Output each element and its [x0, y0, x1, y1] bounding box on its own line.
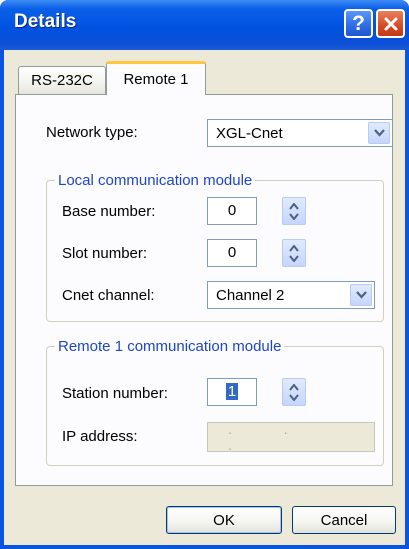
close-button[interactable]	[376, 9, 405, 38]
spin-up-icon	[289, 383, 299, 391]
spin-down-icon	[289, 212, 299, 220]
ok-label: OK	[213, 511, 235, 529]
ip-address-input: . . .	[207, 421, 375, 453]
base-number-spinner[interactable]	[282, 197, 306, 225]
spin-down-icon	[289, 393, 299, 401]
help-button[interactable]: ?	[344, 9, 373, 38]
network-type-value: XGL-Cnet	[216, 124, 283, 142]
question-icon: ?	[352, 12, 365, 35]
tab-label: Remote 1	[123, 71, 189, 88]
slot-number-label: Slot number:	[62, 245, 148, 262]
title-bar[interactable]: Details ?	[0, 0, 409, 50]
spin-down-icon	[289, 254, 299, 262]
slot-number-spinner[interactable]	[282, 239, 306, 267]
base-number-input[interactable]: 0	[207, 197, 257, 225]
local-module-legend: Local communication module	[58, 172, 253, 189]
slot-number-input[interactable]: 0	[207, 239, 257, 267]
close-icon	[384, 17, 397, 30]
ip-address-value: . . .	[228, 421, 312, 453]
station-number-spinner[interactable]	[282, 378, 306, 406]
cancel-button[interactable]: Cancel	[292, 506, 396, 534]
tab-label: RS-232C	[31, 72, 93, 89]
station-number-label: Station number:	[62, 385, 168, 402]
dropdown-button[interactable]	[368, 122, 390, 144]
ok-button[interactable]: OK	[166, 506, 282, 534]
station-number-input[interactable]: 1	[207, 378, 257, 406]
cnet-channel-value: Channel 2	[216, 286, 285, 304]
base-number-label: Base number:	[62, 203, 156, 220]
window-title: Details	[14, 11, 77, 32]
station-number-value: 1	[225, 383, 239, 400]
tab-rs232c[interactable]: RS-232C	[18, 66, 106, 94]
cancel-label: Cancel	[320, 511, 368, 529]
spin-up-icon	[289, 202, 299, 210]
spin-up-icon	[289, 244, 299, 252]
tab-remote-1[interactable]: Remote 1	[106, 61, 206, 95]
chevron-down-icon	[355, 291, 367, 299]
remote-module-legend: Remote 1 communication module	[58, 338, 282, 355]
network-type-label: Network type:	[46, 124, 138, 141]
network-type-select[interactable]: XGL-Cnet	[207, 119, 393, 147]
ip-address-label: IP address:	[62, 428, 138, 445]
dropdown-button[interactable]	[350, 284, 372, 306]
cnet-channel-select[interactable]: Channel 2	[207, 281, 375, 309]
cnet-channel-label: Cnet channel:	[62, 287, 155, 304]
chevron-down-icon	[373, 129, 385, 137]
